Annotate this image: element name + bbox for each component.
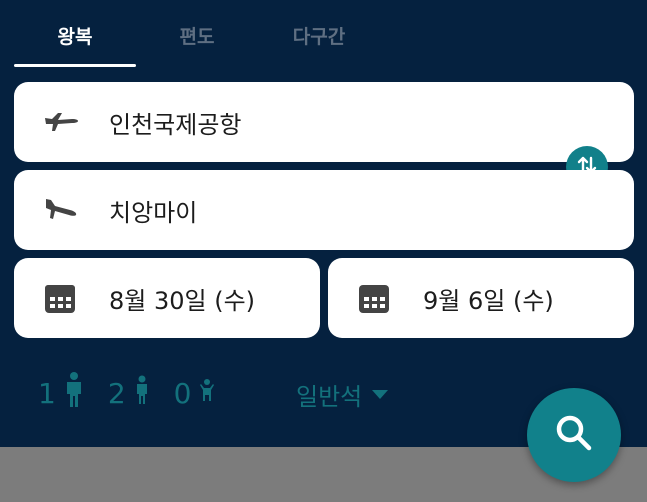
infant-icon [199,378,215,409]
tab-multi-city[interactable]: 다구간 [258,22,380,54]
adult-icon [64,371,84,415]
child-icon [134,375,150,412]
origin-field[interactable]: 인천국제공항 [14,82,634,162]
passenger-selector[interactable]: 1 2 0 [38,371,239,415]
return-date-label: 9월 6일 (수) [423,286,554,315]
chevron-down-icon [372,389,389,399]
trip-type-tabs: 왕복 편도 다구간 [0,0,647,70]
infant-count: 0 [173,376,192,410]
depart-date-label: 8월 30일 (수) [109,286,256,315]
origin-label: 인천국제공항 [109,110,242,139]
return-date-field[interactable]: 9월 6일 (수) [328,258,634,338]
destination-field[interactable]: 치앙마이 [14,170,634,250]
calendar-icon [42,282,80,314]
cabin-class-dropdown[interactable]: 일반석 [296,374,389,414]
landing-icon [42,194,80,226]
tab-one-way[interactable]: 편도 [136,22,258,54]
destination-label: 치앙마이 [109,198,198,227]
depart-date-field[interactable]: 8월 30일 (수) [14,258,320,338]
active-tab-indicator [14,64,136,67]
child-count: 2 [107,376,126,410]
takeoff-icon [42,106,80,138]
search-button[interactable] [527,388,621,482]
calendar-icon [356,282,394,314]
tab-round-trip[interactable]: 왕복 [14,22,136,54]
search-icon [552,411,596,459]
cabin-class-label: 일반석 [296,382,363,411]
adult-count: 1 [38,376,56,410]
